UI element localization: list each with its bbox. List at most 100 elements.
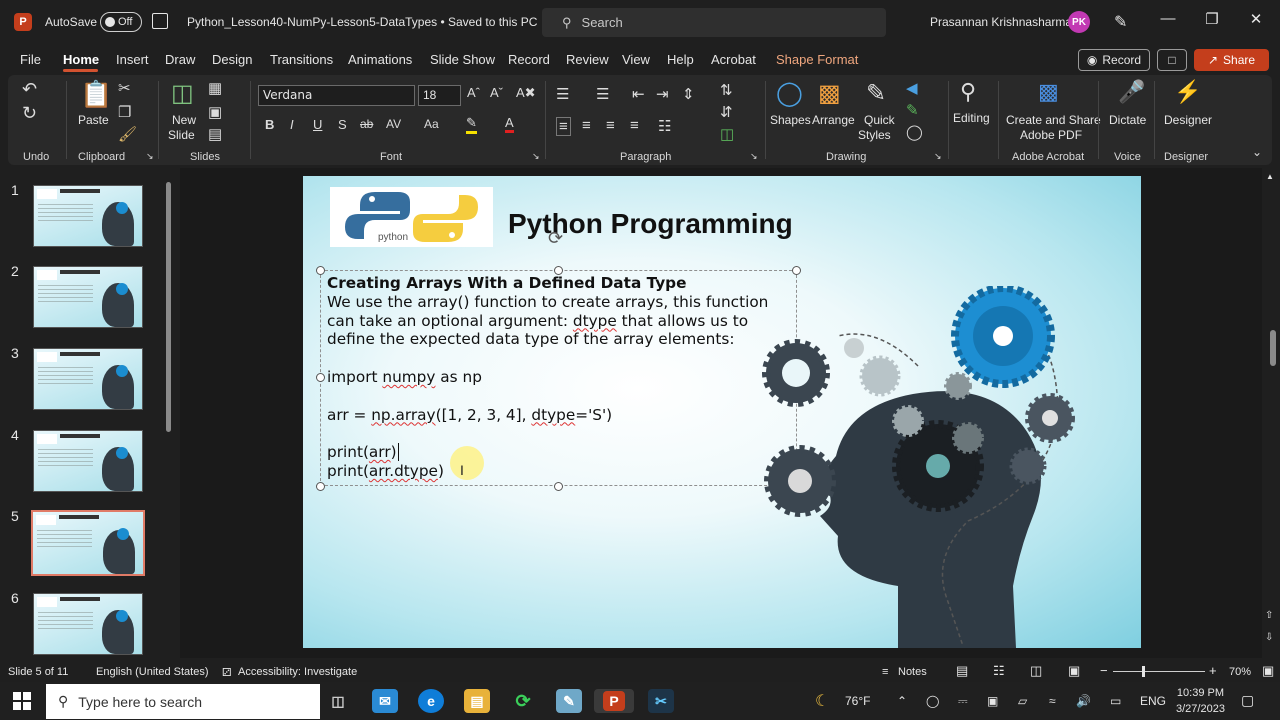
layout-icon[interactable]: ▦ — [208, 79, 222, 97]
shapes-button[interactable]: Shapes — [770, 113, 811, 127]
align-center-icon[interactable]: ≡ — [582, 117, 591, 134]
powerpoint-taskbar-icon[interactable]: P — [594, 689, 634, 713]
menu-transitions[interactable]: Transitions — [270, 52, 333, 67]
thumbnail-scrollbar[interactable] — [163, 170, 173, 660]
slideshow-icon[interactable]: ▣ — [1068, 663, 1080, 679]
edge-icon[interactable]: e — [418, 689, 444, 713]
microphone-icon[interactable]: 🎤 — [1118, 79, 1145, 105]
menu-design[interactable]: Design — [212, 52, 252, 67]
fit-slide-icon[interactable]: ▣ — [1262, 663, 1274, 679]
tray-usb-icon[interactable]: ⎓ — [958, 694, 968, 709]
redo-icon[interactable]: ↻ — [22, 103, 37, 124]
zoom-out-icon[interactable]: − — [1100, 663, 1108, 678]
normal-view-icon[interactable]: ▤ — [956, 663, 968, 679]
align-left-icon[interactable]: ≡ — [556, 117, 571, 136]
menu-draw[interactable]: Draw — [165, 52, 195, 67]
refresh-app-icon[interactable]: ⟳ — [510, 689, 536, 713]
text-direction-icon[interactable]: ⇅ — [720, 81, 733, 99]
character-spacing-icon[interactable]: AV — [386, 117, 401, 131]
resize-handle[interactable] — [316, 373, 325, 382]
mail-icon[interactable]: ✉ — [372, 689, 398, 713]
arrange-icon[interactable]: ▩ — [818, 79, 841, 108]
system-clock[interactable]: 10:39 PM 3/27/2023 — [1176, 685, 1225, 717]
wifi-icon[interactable]: ≈ — [1049, 694, 1056, 708]
columns-icon[interactable]: ☷ — [658, 117, 671, 135]
share-button[interactable]: ↗ Share — [1194, 49, 1269, 71]
next-slide-icon[interactable]: ⇩ — [1265, 632, 1273, 643]
notepad-icon[interactable]: ✎ — [556, 689, 582, 713]
minimize-icon[interactable]: — — [1153, 10, 1183, 27]
resize-handle[interactable] — [316, 266, 325, 275]
underline-icon[interactable]: U — [313, 117, 322, 132]
change-case-icon[interactable]: Aa — [424, 117, 439, 131]
menu-insert[interactable]: Insert — [116, 52, 149, 67]
python-logo[interactable]: python — [330, 187, 493, 247]
cut-icon[interactable]: ✂ — [118, 79, 131, 97]
copy-icon[interactable]: ❐ — [118, 103, 131, 121]
smartart-icon[interactable]: ◫ — [720, 125, 734, 143]
menu-shape-format[interactable]: Shape Format — [776, 52, 858, 67]
weather-temp[interactable]: 76°F — [845, 694, 870, 708]
scrollbar-thumb[interactable] — [1270, 330, 1276, 366]
align-right-icon[interactable]: ≡ — [606, 117, 615, 134]
input-language[interactable]: ENG — [1140, 694, 1166, 708]
task-view-icon[interactable]: ◫ — [325, 689, 351, 713]
undo-icon[interactable]: ↶ — [22, 79, 37, 100]
resize-handle[interactable] — [316, 482, 325, 491]
tray-bluetooth-icon[interactable]: ▱ — [1018, 694, 1027, 708]
slide-scrollbar[interactable]: ▲ ⇧ ⇩ — [1262, 170, 1280, 660]
slide-thumbnail-6[interactable] — [33, 593, 143, 655]
document-title[interactable]: Python_Lesson40-NumPy-Lesson5-DataTypes … — [187, 15, 537, 29]
menu-home[interactable]: Home — [63, 52, 99, 67]
zoom-slider-knob[interactable] — [1142, 666, 1145, 677]
create-share-pdf-label-1[interactable]: Create and Share — [1006, 113, 1101, 127]
snipping-tool-icon[interactable]: ✂ — [648, 689, 674, 713]
notes-button[interactable]: Notes — [898, 666, 927, 678]
close-icon[interactable]: ✕ — [1241, 10, 1271, 28]
format-painter-icon[interactable]: 🖌 — [118, 125, 137, 143]
accessibility-status[interactable]: Accessibility: Investigate — [238, 666, 357, 678]
windows-start-icon[interactable] — [13, 692, 31, 710]
new-slide-icon[interactable]: ◫ — [171, 79, 194, 108]
decrease-indent-icon[interactable]: ⇤ — [632, 85, 645, 103]
scroll-up-icon[interactable]: ▲ — [1266, 172, 1274, 181]
comments-button[interactable]: □ — [1157, 49, 1187, 71]
align-text-icon[interactable]: ⇵ — [720, 103, 733, 121]
weather-icon[interactable]: ☾ — [815, 691, 829, 711]
paste-icon[interactable]: 📋 — [80, 79, 112, 110]
strikethrough-icon[interactable]: ab — [360, 117, 373, 131]
slide-5[interactable]: python Python Programming Creating Array… — [303, 176, 1141, 648]
slide-thumbnail-1[interactable] — [33, 185, 143, 247]
slide-thumbnail-3[interactable] — [33, 348, 143, 410]
shapes-icon[interactable]: ◯ — [776, 79, 803, 108]
slide-thumbnail-5[interactable] — [31, 510, 145, 576]
bold-icon[interactable]: B — [265, 117, 274, 132]
bullets-icon[interactable]: ☰ — [556, 85, 569, 103]
zoom-slider[interactable] — [1113, 671, 1205, 672]
shadow-icon[interactable]: S — [338, 117, 347, 132]
taskbar-search-input[interactable]: ⚲ Type here to search — [46, 684, 320, 719]
line-spacing-icon[interactable]: ⇕ — [682, 85, 695, 103]
quick-styles-label-1[interactable]: Quick — [864, 113, 895, 127]
menu-file[interactable]: File — [20, 52, 41, 67]
notifications-icon[interactable]: ▢ — [1241, 692, 1254, 709]
adobe-pdf-icon[interactable]: ▩ — [1038, 79, 1059, 105]
font-color-icon[interactable]: A — [505, 115, 514, 133]
italic-icon[interactable]: I — [290, 117, 294, 132]
reset-icon[interactable]: ▣ — [208, 103, 222, 121]
editing-icon[interactable]: ⚲ — [960, 79, 976, 105]
new-slide-label-2[interactable]: Slide — [168, 128, 195, 142]
previous-slide-icon[interactable]: ⇧ — [1265, 610, 1273, 621]
pen-icon[interactable]: ✎ — [1114, 12, 1127, 32]
reading-view-icon[interactable]: ◫ — [1030, 663, 1042, 679]
paste-button[interactable]: Paste — [78, 113, 109, 127]
menu-record[interactable]: Record — [508, 52, 550, 67]
increase-indent-icon[interactable]: ⇥ — [656, 85, 669, 103]
clipboard-launcher-icon[interactable]: ↘ — [146, 151, 154, 162]
zoom-in-icon[interactable]: + — [1209, 663, 1217, 678]
shape-outline-icon[interactable]: ✎ — [906, 101, 919, 119]
scrollbar-thumb[interactable] — [166, 182, 171, 432]
zoom-level[interactable]: 70% — [1229, 666, 1251, 678]
menu-animations[interactable]: Animations — [348, 52, 412, 67]
shape-effects-icon[interactable]: ◯ — [906, 123, 923, 141]
